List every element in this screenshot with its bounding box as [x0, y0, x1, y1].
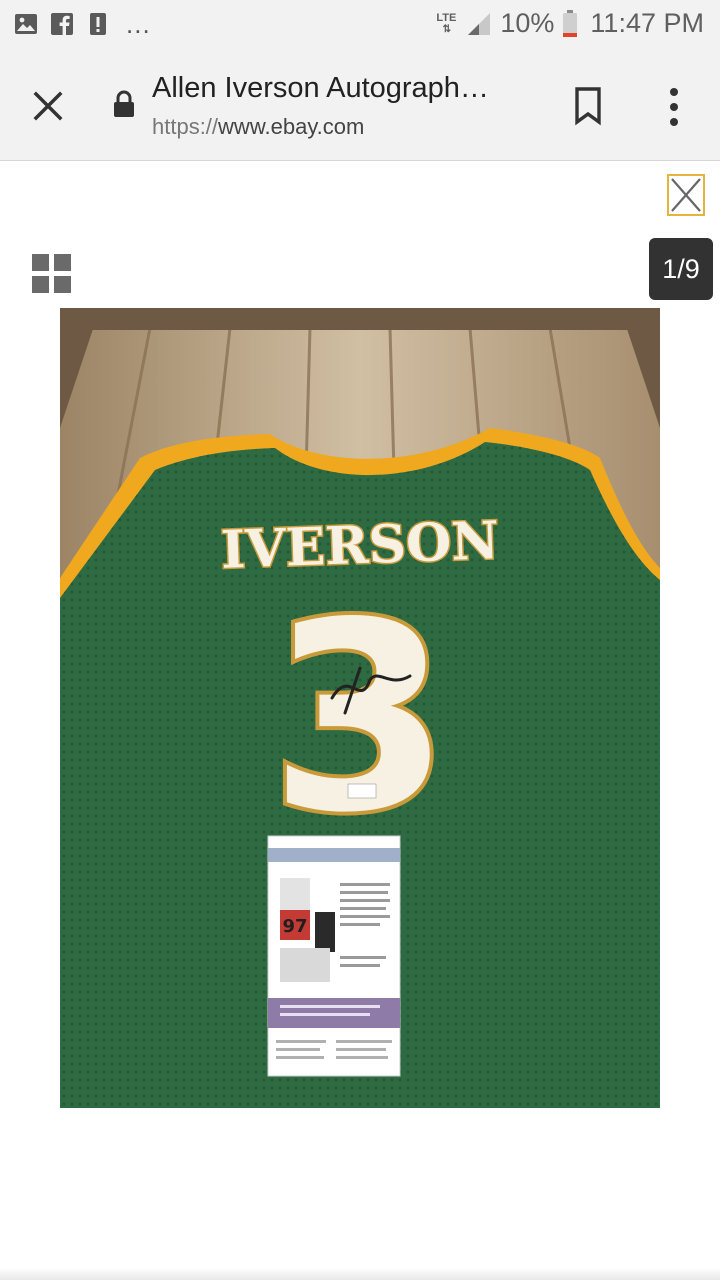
- authentication-sticker: [347, 783, 377, 799]
- battery-low-icon: [563, 9, 578, 37]
- facebook-icon: [51, 13, 73, 36]
- alert-icon: [90, 13, 106, 35]
- page-title[interactable]: Allen Iverson Autograph…: [152, 72, 489, 105]
- bookmark-icon[interactable]: [572, 86, 604, 126]
- clock: 11:47 PM: [590, 8, 704, 38]
- jersey-number: 3: [270, 568, 451, 870]
- signal-icon: [468, 12, 491, 35]
- more-notifications-indicator: ...: [126, 9, 151, 39]
- page-url[interactable]: https://www.ebay.com: [152, 114, 364, 140]
- gallery-icon: [15, 14, 37, 34]
- close-icon[interactable]: [26, 84, 70, 128]
- image-counter: 1/9: [649, 238, 713, 300]
- close-icon: [671, 178, 701, 212]
- grid-view-icon[interactable]: [32, 254, 72, 294]
- lock-icon[interactable]: [112, 90, 136, 118]
- certificate-tag-number: 97: [282, 916, 307, 937]
- custom-tab-toolbar: Allen Iverson Autograph… https://www.eba…: [0, 52, 720, 161]
- more-vert-icon[interactable]: [660, 86, 688, 128]
- network-type: LTE ⇅: [436, 11, 457, 35]
- frame-top-edge: [60, 308, 660, 330]
- status-bar: ... LTE ⇅ 10% 11:47 PM: [0, 0, 720, 52]
- battery-percent: 10%: [500, 8, 555, 38]
- viewer-close-button[interactable]: [667, 174, 705, 216]
- bottom-edge-shadow: [0, 1268, 720, 1280]
- authentication-certificate: 97: [267, 835, 401, 1077]
- product-image[interactable]: IVERSON 3 97: [60, 308, 660, 1108]
- url-scheme: https://: [152, 114, 219, 139]
- url-host: www.ebay.com: [218, 114, 365, 139]
